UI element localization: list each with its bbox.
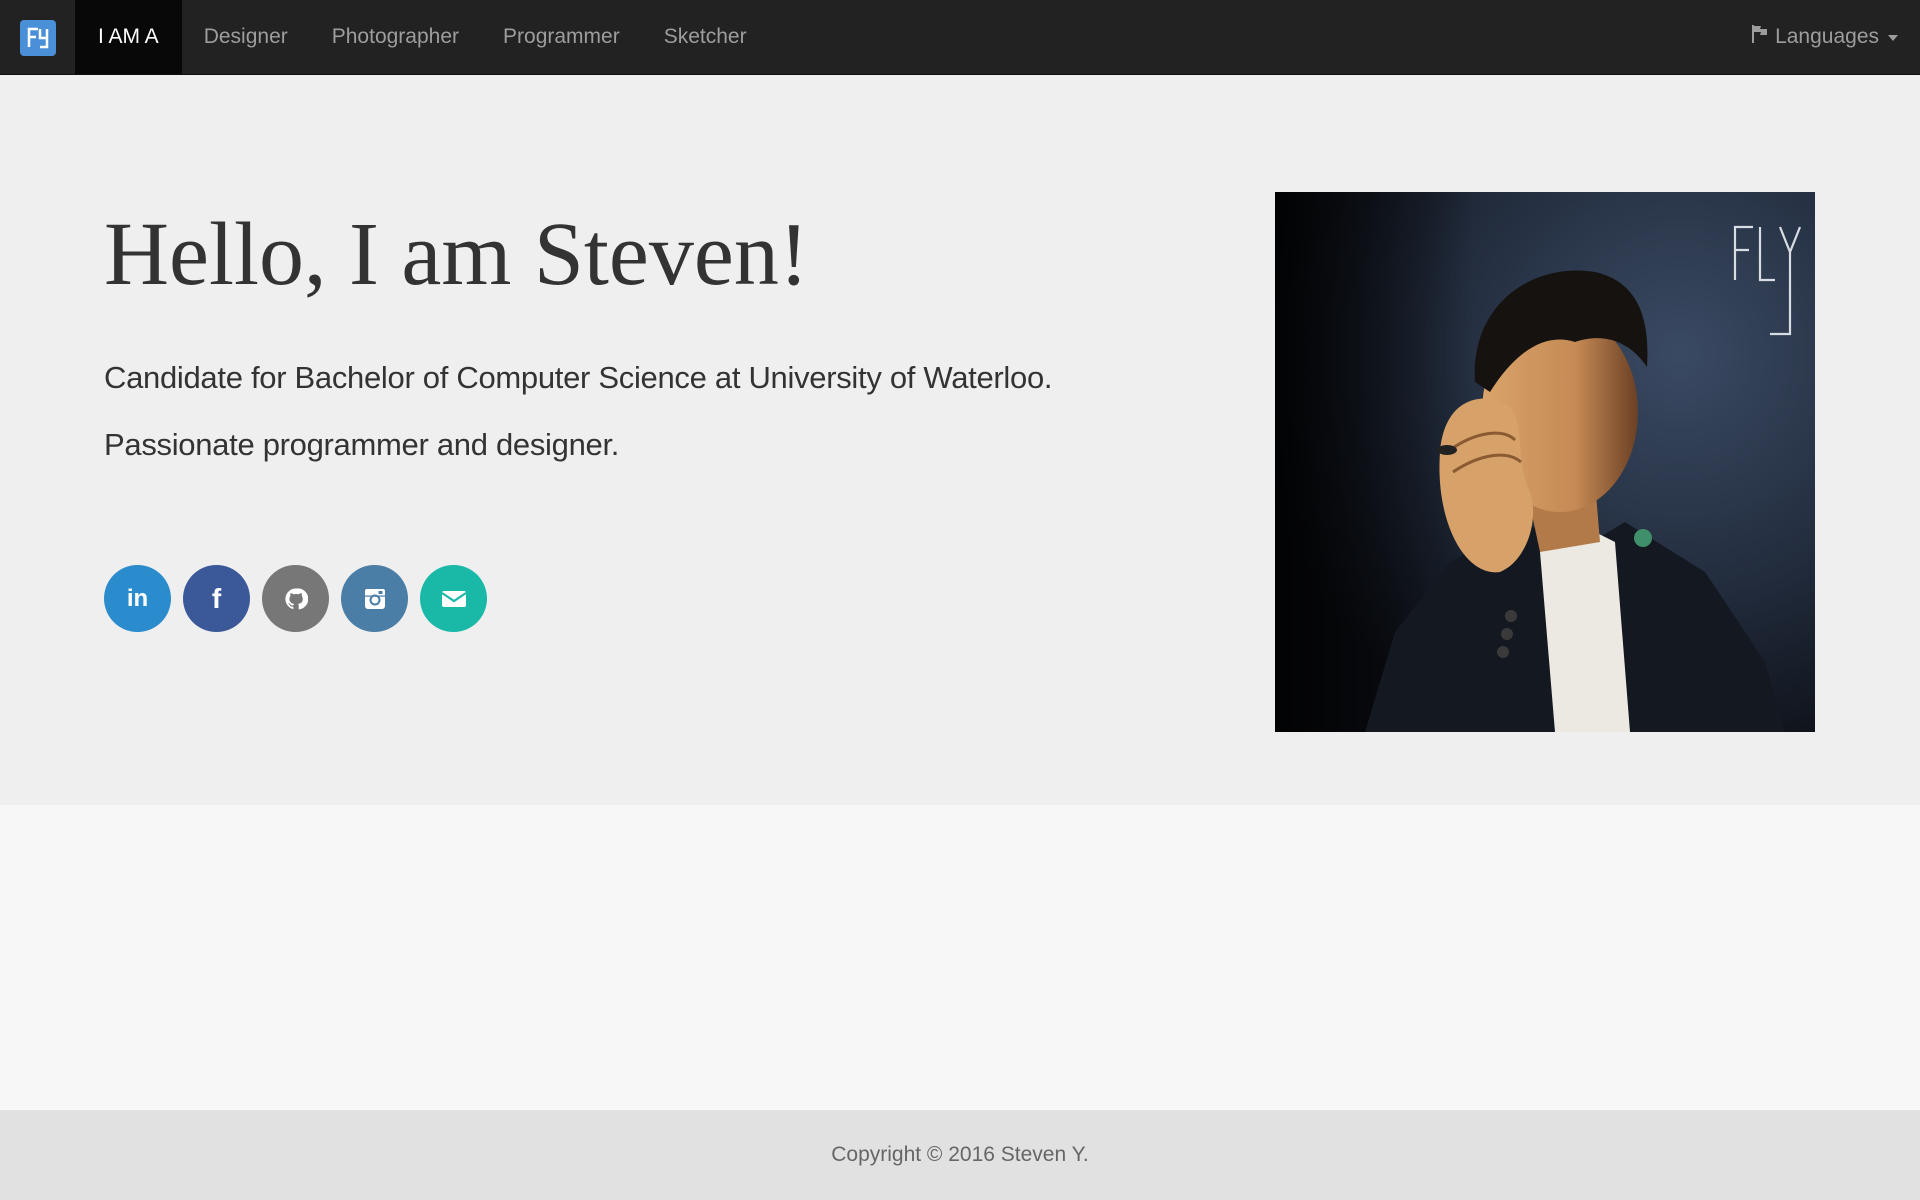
facebook-button[interactable]: f (183, 565, 250, 632)
fy-logo-icon (19, 19, 56, 56)
nav-item-designer[interactable]: Designer (182, 0, 310, 74)
nav-item-label: Sketcher (663, 25, 747, 48)
hero-subtitle-passion: Passionate programmer and designer. (104, 427, 620, 462)
caret-down-icon (1888, 35, 1898, 41)
hero-section: Hello, I am Steven! Candidate for Bachel… (0, 75, 1920, 805)
facebook-icon: f (211, 582, 222, 614)
email-button[interactable] (420, 565, 487, 632)
nav-item-photographer[interactable]: Photographer (310, 0, 481, 74)
hero-title: Hello, I am Steven! (104, 205, 809, 304)
social-links: in f (104, 565, 487, 632)
nav-item-sketcher[interactable]: Sketcher (642, 0, 769, 74)
envelope-icon (440, 590, 467, 607)
linkedin-icon: in (126, 584, 149, 612)
linkedin-button[interactable]: in (104, 565, 171, 632)
flag-icon (1751, 24, 1769, 50)
github-icon (284, 587, 308, 609)
brand-link[interactable] (0, 0, 75, 75)
portrait-image (1275, 192, 1815, 732)
instagram-button[interactable] (341, 565, 408, 632)
hero-subtitle-education: Candidate for Bachelor of Computer Scien… (104, 360, 1053, 395)
nav-item-label: Photographer (331, 25, 460, 48)
nav-item-programmer[interactable]: Programmer (481, 0, 642, 74)
instagram-icon (364, 588, 385, 609)
profile-photo (1275, 192, 1815, 732)
nav-item-i-am-a[interactable]: I AM A (75, 0, 182, 74)
nav-item-label: Programmer (503, 25, 620, 48)
nav-item-label: I AM A (98, 25, 159, 48)
nav-item-label: Designer (203, 25, 288, 48)
footer: Copyright © 2016 Steven Y. (0, 1110, 1920, 1200)
languages-dropdown[interactable]: Languages (1731, 0, 1920, 74)
copyright-text: Copyright © 2016 Steven Y. (831, 1143, 1089, 1166)
top-navbar: I AM A Designer Photographer Programmer … (0, 0, 1920, 75)
github-button[interactable] (262, 565, 329, 632)
languages-label: Languages (1775, 25, 1879, 48)
